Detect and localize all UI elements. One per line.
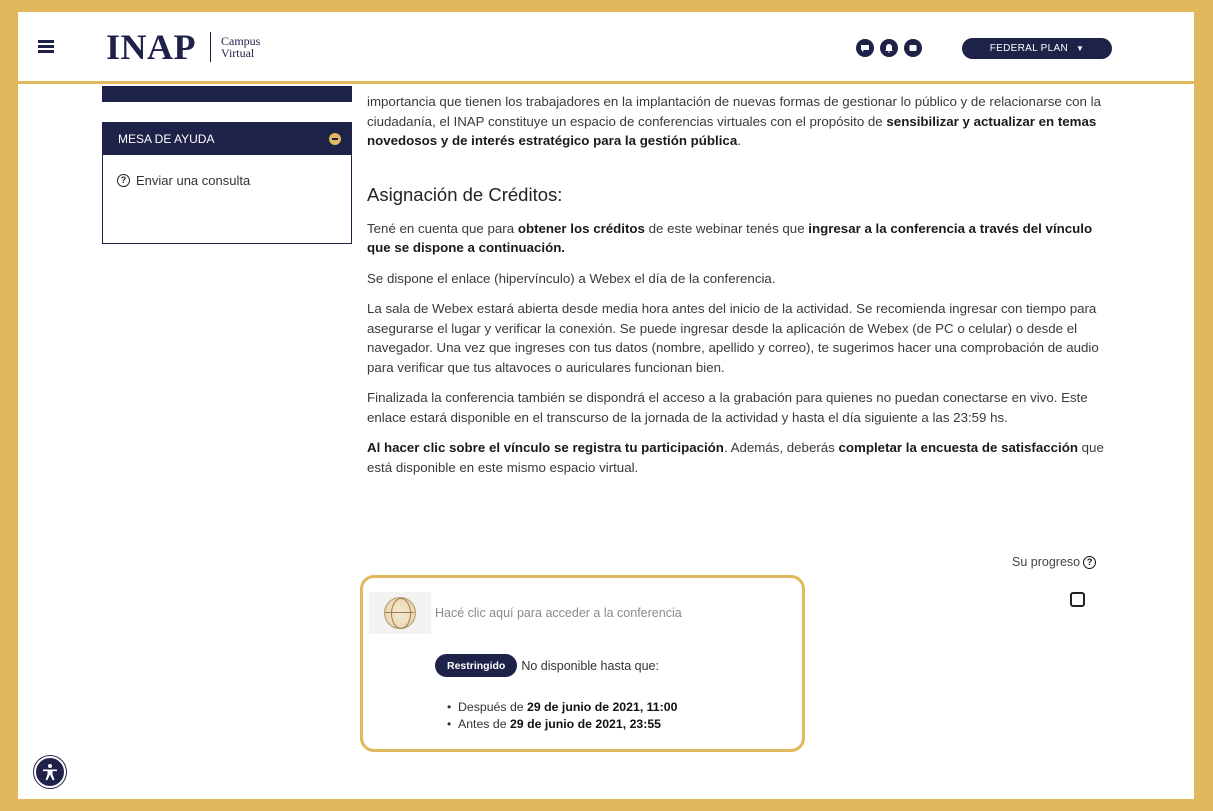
globe-icon (384, 597, 416, 629)
progress-label: Su progreso ? (1012, 555, 1097, 569)
help-icon[interactable]: ? (1083, 555, 1097, 569)
intro-end: . (737, 133, 741, 148)
webex-room-paragraph: La sala de Webex estará abierta desde me… (367, 301, 1099, 375)
top-header: INAP Campus Virtual FEDERAL PLAN ▼ (18, 12, 1194, 84)
condition-date: 29 de junio de 2021, 11:00 (527, 700, 678, 714)
list-item: Antes de 29 de junio de 2021, 23:55 (447, 716, 677, 733)
accessibility-icon[interactable] (34, 756, 66, 788)
intro-line1: importancia que tienen los trabajadores … (367, 94, 986, 109)
inap-logo[interactable]: INAP Campus Virtual (106, 27, 260, 67)
section-title: Asignación de Créditos: (367, 183, 563, 205)
page-frame: INAP Campus Virtual FEDERAL PLAN ▼ MESA … (18, 12, 1194, 799)
restriction-row: Restringido No disponible hasta que: (435, 654, 659, 677)
webex-link-paragraph: Se dispone el enlace (hipervínculo) a We… (367, 270, 776, 286)
intro-paragraph: importancia que tienen los trabajadores … (367, 92, 1107, 151)
user-menu-button[interactable]: FEDERAL PLAN ▼ (962, 38, 1112, 59)
main-content: importancia que tienen los trabajadores … (367, 92, 1107, 488)
logo-subtitle-line2: Virtual (221, 46, 255, 60)
activity-thumbnail (369, 592, 431, 634)
message-icon[interactable] (904, 39, 922, 57)
activity-link[interactable]: Hacé clic aquí para acceder a la confere… (435, 606, 682, 620)
help-desk-block: MESA DE AYUDA ? Enviar una consulta (102, 122, 352, 244)
header-icons (856, 39, 922, 57)
chat-icon[interactable] (856, 39, 874, 57)
question-icon: ? (117, 174, 130, 187)
condition-prefix: Antes de (458, 717, 510, 731)
completion-checkbox[interactable] (1070, 592, 1085, 607)
p1-bold-b: obtener los créditos (517, 220, 645, 236)
logo-title: INAP (106, 27, 196, 67)
progress-text: Su progreso (1012, 555, 1081, 569)
p1-text-c: de este webinar tenés que (644, 220, 809, 236)
send-query-link[interactable]: ? Enviar una consulta (117, 173, 351, 188)
p5-bold-c: completar la encuesta de satisfacción (838, 440, 1078, 455)
help-desk-title: MESA DE AYUDA (118, 132, 215, 146)
p5-bold-a: Al hacer clic sobre el vínculo se regist… (367, 440, 724, 455)
menu-icon[interactable] (38, 40, 54, 54)
activity-card: Hacé clic aquí para acceder a la confere… (360, 575, 805, 752)
p5-text-b: . Además, deberás (723, 440, 839, 455)
recording-paragraph: Finalizada la conferencia también se dis… (367, 390, 1088, 425)
send-query-label: Enviar una consulta (136, 173, 251, 188)
sidebar-block-bottom (102, 86, 352, 102)
collapse-icon[interactable] (329, 133, 341, 145)
participation-paragraph: Al hacer clic sobre el vínculo se regist… (367, 438, 1107, 477)
logo-subtitle: Campus Virtual (221, 35, 260, 59)
credits-paragraph: Tené en cuenta que para obtener los créd… (367, 219, 1107, 258)
list-item: Después de 29 de junio de 2021, 11:00 (447, 699, 677, 716)
restricted-badge: Restringido (435, 654, 518, 677)
condition-prefix: Después de (458, 700, 528, 714)
chevron-down-icon: ▼ (1076, 44, 1085, 53)
logo-divider (210, 32, 211, 62)
p1-text-a: Tené en cuenta que para (367, 220, 518, 236)
help-desk-header: MESA DE AYUDA (103, 123, 351, 155)
restriction-text: No disponible hasta que: (521, 658, 659, 673)
bell-icon[interactable] (880, 39, 898, 57)
condition-date: 29 de junio de 2021, 23:55 (509, 717, 662, 731)
activity-link-row[interactable]: Hacé clic aquí para acceder a la confere… (369, 592, 682, 634)
conditions-list: Después de 29 de junio de 2021, 11:00 An… (447, 699, 677, 733)
user-name: FEDERAL PLAN (989, 43, 1069, 54)
